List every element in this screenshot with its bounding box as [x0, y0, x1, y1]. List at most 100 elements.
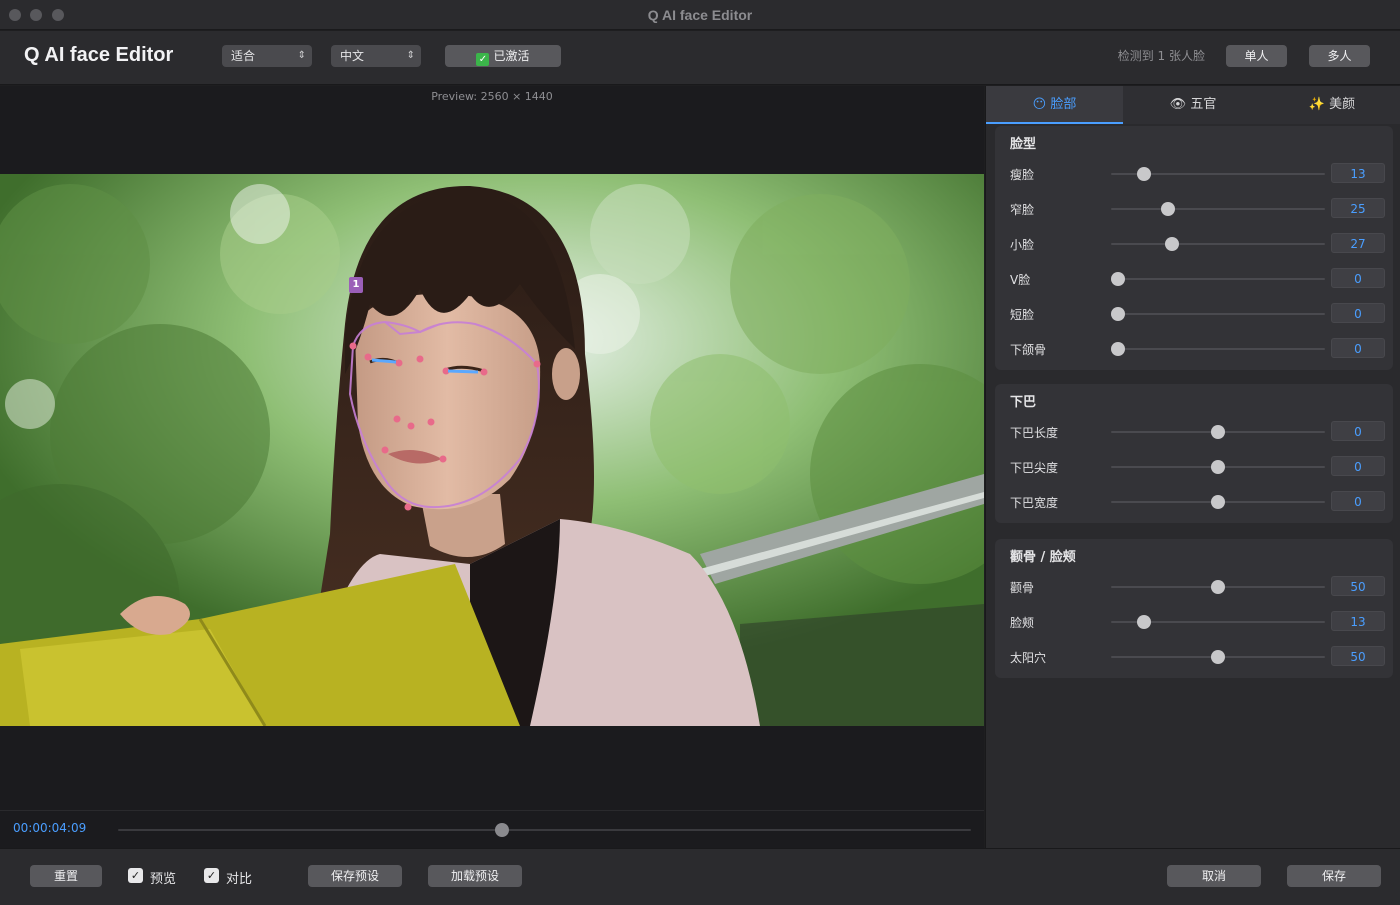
slider-label: 太阳穴 [1010, 651, 1047, 665]
slider-row: 脸颊 13 [995, 610, 1393, 634]
language-select[interactable]: 中文 ⇕ [331, 45, 421, 67]
slider-value-field[interactable]: 0 [1331, 491, 1385, 511]
slider-label: 下颌骨 [1010, 343, 1047, 357]
save-button[interactable]: 保存 [1287, 865, 1381, 887]
slider-thumb[interactable] [1111, 272, 1125, 286]
slider-track[interactable] [1111, 342, 1325, 356]
preview-image[interactable]: 1 [0, 174, 984, 726]
slider-group: 颧骨 / 脸颊颧骨 50 脸颊 13 太阳穴 50 [995, 539, 1393, 678]
slider-row: 小脸 27 [995, 232, 1393, 256]
preview-area: Preview: 2560 × 1440 1 00:00:04:09 [0, 86, 984, 848]
language-select-value: 中文 [340, 49, 365, 63]
slider-group: 下巴下巴长度 0 下巴尖度 0 下巴宽度 0 [995, 384, 1393, 523]
slider-value-field[interactable]: 0 [1331, 338, 1385, 358]
slider-group: 脸型 瘦脸 13 窄脸 25 小脸 27 V脸 0 短脸 0 下颌骨 0 [995, 126, 1393, 370]
slider-label: 短脸 [1010, 308, 1035, 322]
app-title: Q AI face Editor [24, 44, 174, 66]
slider-row: 下巴长度 0 [995, 420, 1393, 444]
activated-label: 已激活 [493, 49, 530, 63]
toolbar: Q AI face Editor 适合 ⇕ 中文 ⇕ ✓ 已激活 检测到 1 张人… [0, 31, 1400, 85]
face-index-badge[interactable]: 1 [349, 277, 363, 293]
reset-button[interactable]: 重置 [30, 865, 102, 887]
slider-label: 瘦脸 [1010, 168, 1035, 182]
slider-row: 下颌骨 0 [995, 337, 1393, 361]
slider-value-field[interactable]: 50 [1331, 576, 1385, 596]
fit-select-value: 适合 [231, 49, 256, 63]
save-preset-button[interactable]: 保存预设 [308, 865, 402, 887]
fit-select[interactable]: 适合 ⇕ [222, 45, 312, 67]
tab-beauty-label: 美颜 [1329, 97, 1356, 112]
slider-thumb[interactable] [1165, 237, 1179, 251]
bottom-bar: 重置 ✓ 预览 ✓ 对比 保存预设 加载预设 取消 保存 [0, 848, 1400, 905]
slider-label: 下巴尖度 [1010, 461, 1059, 475]
slider-thumb[interactable] [1137, 615, 1151, 629]
group-title: 颧骨 / 脸颊 [1010, 550, 1076, 565]
playhead[interactable] [494, 823, 509, 837]
slider-label: 下巴长度 [1010, 426, 1059, 440]
slider-track[interactable] [1111, 495, 1325, 509]
group-title: 脸型 [1010, 137, 1037, 152]
single-person-button[interactable]: 单人 [1226, 45, 1287, 67]
slider-value-field[interactable]: 0 [1331, 268, 1385, 288]
face-icon: 😶 [1032, 97, 1047, 112]
slider-value-field[interactable]: 50 [1331, 646, 1385, 666]
slider-label: 下巴宽度 [1010, 496, 1059, 510]
slider-track[interactable] [1111, 307, 1325, 321]
activated-button[interactable]: ✓ 已激活 [445, 45, 561, 67]
window-title: Q AI face Editor [647, 7, 753, 23]
adjustment-panel: 😶 脸部 👁 五官 ✨ 美颜 脸型 瘦脸 13 窄脸 25 小脸 27 V脸 0 短脸 0 下颌骨 0 下… [985, 86, 1400, 848]
timecode: 00:00:04:09 [13, 821, 87, 835]
tab-bar: 😶 脸部 👁 五官 ✨ 美颜 [986, 86, 1400, 124]
slider-track[interactable] [1111, 202, 1325, 216]
slider-thumb[interactable] [1161, 202, 1175, 216]
slider-track[interactable] [1111, 167, 1325, 181]
load-preset-button[interactable]: 加载预设 [428, 865, 522, 887]
tab-face-label: 脸部 [1050, 97, 1077, 112]
compare-checkbox-label: 对比 [226, 872, 253, 887]
timeline-track[interactable] [118, 823, 971, 837]
slider-value-field[interactable]: 0 [1331, 421, 1385, 441]
slider-row: 颧骨 50 [995, 575, 1393, 599]
up-down-chevron-icon: ⇕ [297, 50, 306, 61]
slider-thumb[interactable] [1137, 167, 1151, 181]
slider-row: 下巴尖度 0 [995, 455, 1393, 479]
slider-row: 瘦脸 13 [995, 162, 1393, 186]
multi-person-button[interactable]: 多人 [1309, 45, 1370, 67]
compare-checkbox[interactable]: ✓ [204, 868, 219, 883]
slider-track[interactable] [1111, 615, 1325, 629]
slider-thumb[interactable] [1211, 580, 1225, 594]
slider-value-field[interactable]: 0 [1331, 456, 1385, 476]
slider-value-field[interactable]: 13 [1331, 611, 1385, 631]
group-title: 下巴 [1010, 395, 1037, 410]
slider-track[interactable] [1111, 460, 1325, 474]
tab-beauty[interactable]: ✨ 美颜 [1263, 86, 1400, 124]
slider-track[interactable] [1111, 650, 1325, 664]
slider-thumb[interactable] [1211, 460, 1225, 474]
detected-faces-text: 检测到 1 张人脸 [1117, 49, 1205, 63]
slider-value-field[interactable]: 27 [1331, 233, 1385, 253]
tab-features[interactable]: 👁 五官 [1123, 86, 1263, 124]
slider-thumb[interactable] [1211, 650, 1225, 664]
slider-thumb[interactable] [1211, 495, 1225, 509]
slider-row: 窄脸 25 [995, 197, 1393, 221]
slider-track[interactable] [1111, 237, 1325, 251]
slider-thumb[interactable] [1111, 342, 1125, 356]
slider-value-field[interactable]: 25 [1331, 198, 1385, 218]
slider-row: 太阳穴 50 [995, 645, 1393, 669]
sparkles-icon: ✨ [1308, 97, 1326, 112]
slider-track[interactable] [1111, 272, 1325, 286]
slider-value-field[interactable]: 0 [1331, 303, 1385, 323]
tab-face[interactable]: 😶 脸部 [986, 86, 1123, 124]
slider-track[interactable] [1111, 580, 1325, 594]
slider-thumb[interactable] [1211, 425, 1225, 439]
slider-value-field[interactable]: 13 [1331, 163, 1385, 183]
slider-track[interactable] [1111, 425, 1325, 439]
tab-features-label: 五官 [1190, 97, 1217, 112]
cancel-button[interactable]: 取消 [1167, 865, 1261, 887]
window-titlebar: Q AI face Editor [0, 0, 1400, 30]
slider-label: 脸颊 [1010, 616, 1035, 630]
eye-icon: 👁 [1169, 97, 1187, 112]
slider-thumb[interactable] [1111, 307, 1125, 321]
preview-checkbox[interactable]: ✓ [128, 868, 143, 883]
timeline: 00:00:04:09 [0, 810, 984, 848]
